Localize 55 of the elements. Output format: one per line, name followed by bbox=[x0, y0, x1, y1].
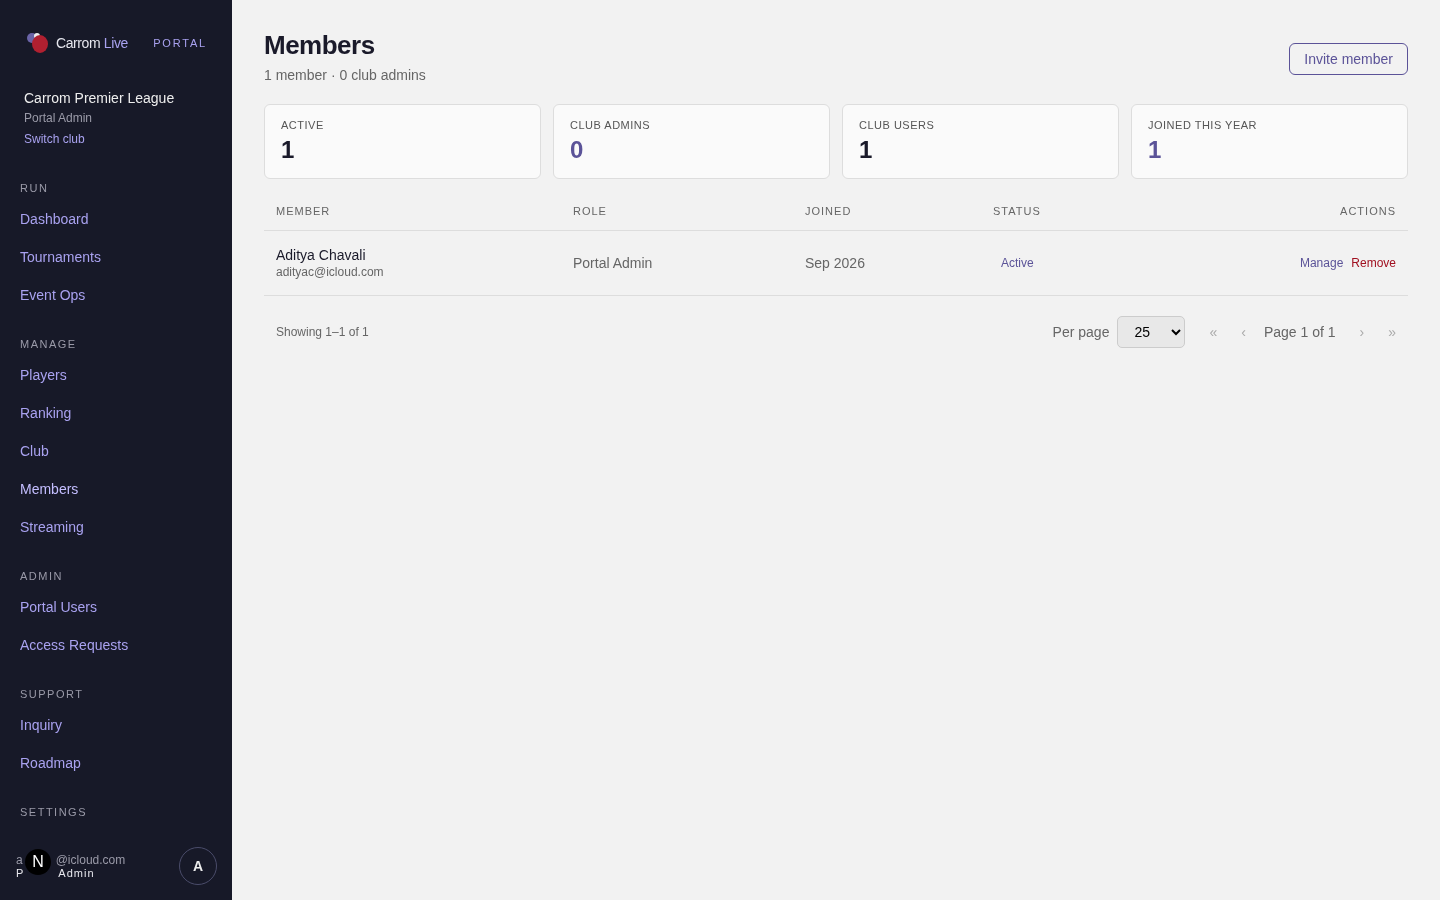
per-page-label: Per page bbox=[1052, 324, 1110, 340]
stat-label: ACTIVE bbox=[281, 119, 325, 131]
column-header: ROLE bbox=[561, 179, 793, 231]
member-name: Aditya Chavali bbox=[276, 247, 366, 263]
dev-badge[interactable]: N bbox=[25, 849, 51, 875]
stat-label: JOINED THIS YEAR bbox=[1148, 119, 1259, 131]
nav-item[interactable]: Club bbox=[20, 432, 212, 470]
portal-label: PORTAL bbox=[153, 37, 207, 49]
showing-text: Showing 1–1 of 1 bbox=[276, 325, 369, 339]
nav-section-title: ADMIN bbox=[20, 570, 64, 582]
status-label: Active bbox=[1001, 256, 1034, 270]
logo-icon bbox=[26, 32, 50, 54]
nav-item[interactable]: Inquiry bbox=[20, 706, 212, 744]
stat-value: 1 bbox=[859, 136, 874, 164]
nav-item[interactable]: Roadmap bbox=[20, 744, 212, 782]
column-header: MEMBER bbox=[264, 179, 561, 231]
nav-item[interactable]: Tournaments bbox=[20, 238, 212, 276]
member-email: adityac@icloud.com bbox=[276, 265, 384, 279]
row-action-link[interactable]: Remove bbox=[1351, 256, 1396, 270]
table-cell: Sep 2026 bbox=[805, 255, 865, 271]
page-title: Members bbox=[264, 30, 376, 61]
nav-item[interactable]: Streaming bbox=[20, 508, 212, 546]
user-email: @icloud.com bbox=[55, 853, 126, 867]
club-role: Portal Admin bbox=[24, 111, 94, 125]
page-subtitle: 1 member · 0 club admins bbox=[264, 67, 426, 83]
nav-item[interactable]: Members bbox=[20, 470, 212, 508]
nav-section-title: SUPPORT bbox=[20, 688, 85, 700]
stat-value: 1 bbox=[1148, 136, 1163, 164]
row-action-link[interactable]: Manage bbox=[1299, 256, 1344, 270]
per-page-select[interactable]: 25 bbox=[1117, 316, 1186, 348]
page-indicator: Page 1 of 1 bbox=[1263, 324, 1336, 340]
stat-label: CLUB ADMINS bbox=[570, 119, 652, 131]
nav-section-title: SETTINGS bbox=[20, 806, 88, 818]
nav-item[interactable]: Ranking bbox=[20, 394, 212, 432]
nav-item[interactable]: Dashboard bbox=[20, 200, 212, 238]
column-header: STATUS bbox=[981, 179, 1195, 231]
user-email: a bbox=[16, 853, 23, 867]
column-header: JOINED bbox=[793, 179, 981, 231]
stat-value: 1 bbox=[281, 136, 296, 164]
column-header: ACTIONS bbox=[1194, 179, 1408, 231]
switch-club-link[interactable]: Switch club bbox=[24, 132, 208, 146]
nav-item[interactable]: Access Requests bbox=[20, 626, 212, 664]
nav-section-title: RUN bbox=[20, 182, 50, 194]
club-name: Carrom Premier League bbox=[24, 90, 176, 106]
user-role: Admin bbox=[58, 867, 95, 879]
nav-item[interactable]: Event Ops bbox=[20, 276, 212, 314]
invite-member-button[interactable]: Invite member bbox=[1289, 43, 1408, 75]
nav-section-title: MANAGE bbox=[20, 338, 78, 350]
nav-item[interactable]: Players bbox=[20, 356, 212, 394]
nav-item[interactable]: Portal Users bbox=[20, 588, 212, 626]
table-cell: Portal Admin bbox=[573, 255, 653, 271]
stat-label: CLUB USERS bbox=[859, 119, 936, 131]
stat-value: 0 bbox=[570, 136, 585, 164]
user-role: P bbox=[16, 867, 25, 879]
brand-name: Carrom Live bbox=[56, 35, 128, 51]
